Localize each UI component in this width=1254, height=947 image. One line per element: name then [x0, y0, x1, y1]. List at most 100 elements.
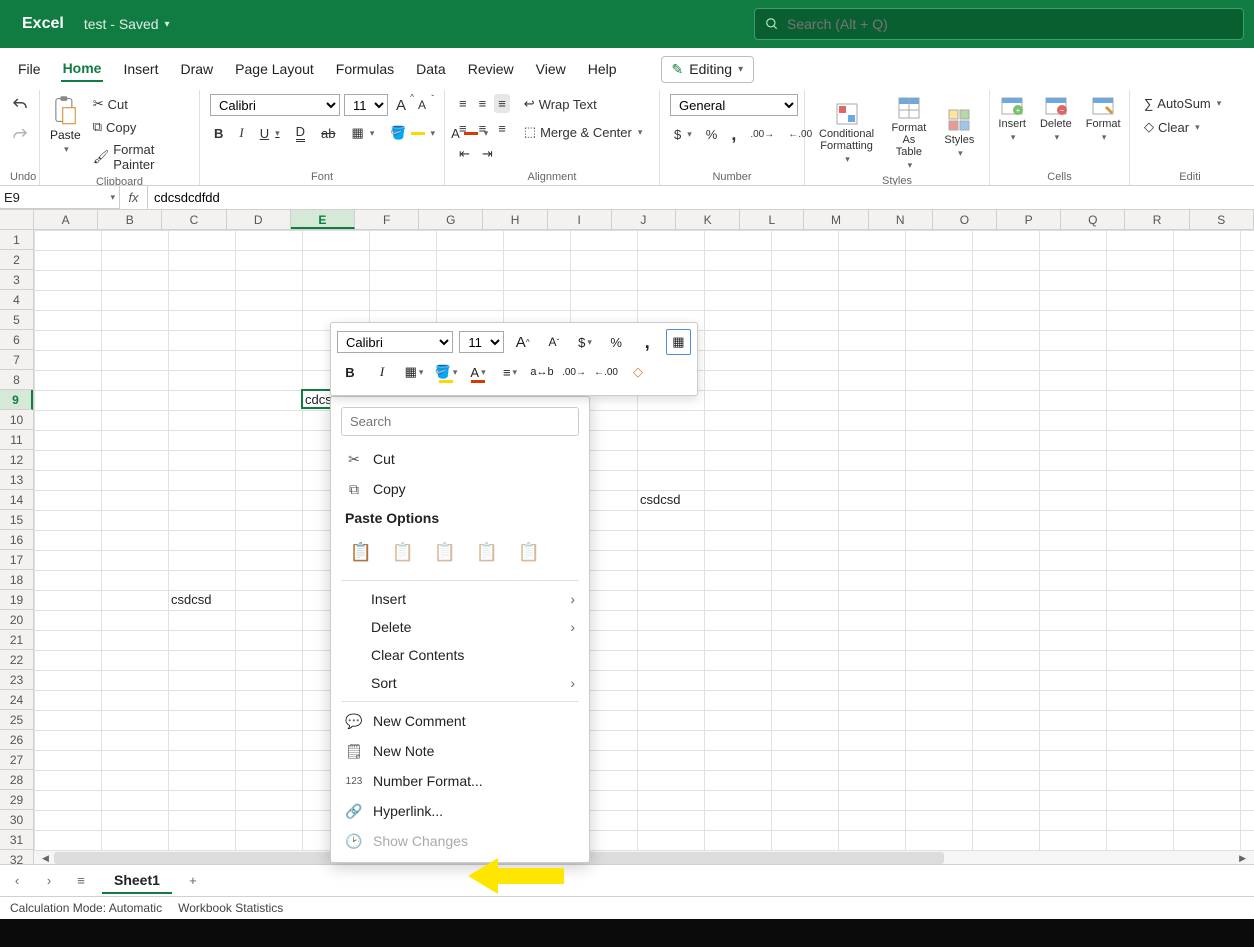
col-header-L[interactable]: L	[740, 210, 804, 229]
workbook-stats-status[interactable]: Workbook Statistics	[178, 901, 283, 915]
spreadsheet-grid[interactable]: ABCDEFGHIJKLMNOPQRS 12345678910111213141…	[0, 210, 1254, 864]
row-header-13[interactable]: 13	[0, 470, 33, 490]
mt-borders-icon[interactable]: ▦▾	[401, 359, 427, 385]
tab-page-layout[interactable]: Page Layout	[233, 57, 316, 81]
tab-home[interactable]: Home	[61, 56, 104, 82]
align-top-button[interactable]: ≡	[455, 94, 471, 113]
row-header-2[interactable]: 2	[0, 250, 33, 270]
row-header-14[interactable]: 14	[0, 490, 33, 510]
row-header-15[interactable]: 15	[0, 510, 33, 530]
sheet-nav-left[interactable]: ‹	[6, 870, 28, 892]
cell-J14[interactable]: csdcsd	[637, 490, 683, 510]
mt-bold-icon[interactable]: B	[337, 359, 363, 385]
align-bottom-button[interactable]: ≡	[494, 94, 510, 113]
mt-clear-format-icon[interactable]: ◇	[625, 359, 651, 385]
cm-hyperlink[interactable]: 🔗Hyperlink...	[331, 796, 589, 826]
paste-formatting-icon[interactable]: 📋	[513, 536, 545, 568]
col-header-B[interactable]: B	[98, 210, 162, 229]
paste-button[interactable]: Paste ▾	[50, 94, 81, 155]
cm-search[interactable]	[341, 407, 579, 436]
percent-format-button[interactable]: %	[702, 125, 722, 144]
row-header-10[interactable]: 10	[0, 410, 33, 430]
row-headers[interactable]: 1234567891011121314151617181920212223242…	[0, 230, 34, 864]
row-header-20[interactable]: 20	[0, 610, 33, 630]
align-left-button[interactable]: ≡	[455, 119, 471, 138]
row-header-31[interactable]: 31	[0, 830, 33, 850]
accounting-format-button[interactable]: $▾	[670, 125, 696, 144]
merge-center-button[interactable]: ⬚ Merge & Center▾	[520, 122, 647, 142]
scroll-left-icon[interactable]: ◀	[42, 853, 49, 864]
mt-table-icon[interactable]: ▦	[666, 329, 691, 355]
cm-search-input[interactable]	[341, 407, 579, 436]
row-header-8[interactable]: 8	[0, 370, 33, 390]
row-header-17[interactable]: 17	[0, 550, 33, 570]
row-header-5[interactable]: 5	[0, 310, 33, 330]
cut-button[interactable]: ✂ Cut	[89, 94, 189, 114]
mt-currency-icon[interactable]: $▾	[572, 329, 597, 355]
col-header-N[interactable]: N	[869, 210, 933, 229]
clear-button[interactable]: ◇ Clear▾	[1140, 117, 1240, 137]
row-header-3[interactable]: 3	[0, 270, 33, 290]
increase-font-size-button[interactable]: A^	[392, 95, 410, 116]
format-painter-button[interactable]: 🖌 Format Painter	[89, 140, 189, 174]
cm-insert[interactable]: Insert›	[331, 585, 589, 613]
row-header-23[interactable]: 23	[0, 670, 33, 690]
row-header-26[interactable]: 26	[0, 730, 33, 750]
fill-color-button[interactable]: 🪣▾	[386, 123, 439, 143]
tab-help[interactable]: Help	[586, 57, 619, 81]
paste-values-icon[interactable]: 📋	[387, 536, 419, 568]
strikethrough-button[interactable]: ab	[317, 124, 339, 143]
decrease-font-size-button[interactable]: Aˇ	[414, 96, 430, 114]
row-header-22[interactable]: 22	[0, 650, 33, 670]
row-header-21[interactable]: 21	[0, 630, 33, 650]
tab-review[interactable]: Review	[466, 57, 516, 81]
conditional-formatting-button[interactable]: Conditional Formatting▾	[815, 100, 878, 167]
paste-formulas-icon[interactable]: 📋	[429, 536, 461, 568]
cell-C19[interactable]: csdcsd	[168, 590, 214, 610]
mt-font-color-icon[interactable]: A▾	[465, 359, 491, 385]
row-header-6[interactable]: 6	[0, 330, 33, 350]
col-header-S[interactable]: S	[1190, 210, 1254, 229]
col-header-J[interactable]: J	[612, 210, 676, 229]
font-name-select[interactable]: Calibri	[210, 94, 340, 116]
paste-transpose-icon[interactable]: 📋	[471, 536, 503, 568]
fx-icon[interactable]: fx	[120, 186, 148, 209]
cell-styles-button[interactable]: Styles▾	[940, 106, 979, 161]
column-headers[interactable]: ABCDEFGHIJKLMNOPQRS	[34, 210, 1254, 230]
mt-percent-icon[interactable]: %	[604, 329, 629, 355]
mt-align-icon[interactable]: ≡▾	[497, 359, 523, 385]
row-header-27[interactable]: 27	[0, 750, 33, 770]
bold-button[interactable]: B	[210, 124, 227, 143]
autosum-button[interactable]: ∑ AutoSum▾	[1140, 94, 1240, 113]
select-all-corner[interactable]	[0, 210, 34, 230]
row-header-16[interactable]: 16	[0, 530, 33, 550]
col-header-I[interactable]: I	[548, 210, 612, 229]
paste-default-icon[interactable]: 📋	[345, 536, 377, 568]
mt-increase-decimal-icon[interactable]: .00→	[561, 359, 587, 385]
row-header-25[interactable]: 25	[0, 710, 33, 730]
global-search-input[interactable]	[787, 16, 1233, 32]
cm-number-format[interactable]: 123Number Format...	[331, 766, 589, 796]
row-header-24[interactable]: 24	[0, 690, 33, 710]
row-header-30[interactable]: 30	[0, 810, 33, 830]
mt-font-name-select[interactable]: Calibri	[337, 331, 453, 353]
col-header-E[interactable]: E	[291, 210, 355, 229]
cells-delete-button[interactable]: − Delete▾	[1036, 94, 1076, 145]
cm-new-note[interactable]: 🗒New Note	[331, 736, 589, 766]
align-right-button[interactable]: ≡	[494, 119, 510, 138]
cm-sort[interactable]: Sort›	[331, 669, 589, 697]
formula-input[interactable]	[148, 190, 1254, 205]
col-header-C[interactable]: C	[162, 210, 226, 229]
cm-new-comment[interactable]: 💬New Comment	[331, 706, 589, 736]
tab-insert[interactable]: Insert	[121, 57, 160, 81]
redo-button[interactable]	[7, 124, 33, 146]
sheet-nav-right[interactable]: ›	[38, 870, 60, 892]
decrease-indent-button[interactable]: ⇤	[455, 144, 474, 164]
col-header-F[interactable]: F	[355, 210, 419, 229]
format-as-table-button[interactable]: Format As Table▾	[884, 94, 934, 173]
col-header-M[interactable]: M	[804, 210, 868, 229]
tab-view[interactable]: View	[534, 57, 568, 81]
mt-font-size-select[interactable]: 11	[459, 331, 504, 353]
increase-indent-button[interactable]: ⇥	[478, 144, 497, 164]
mt-fill-color-icon[interactable]: 🪣▾	[433, 359, 459, 385]
